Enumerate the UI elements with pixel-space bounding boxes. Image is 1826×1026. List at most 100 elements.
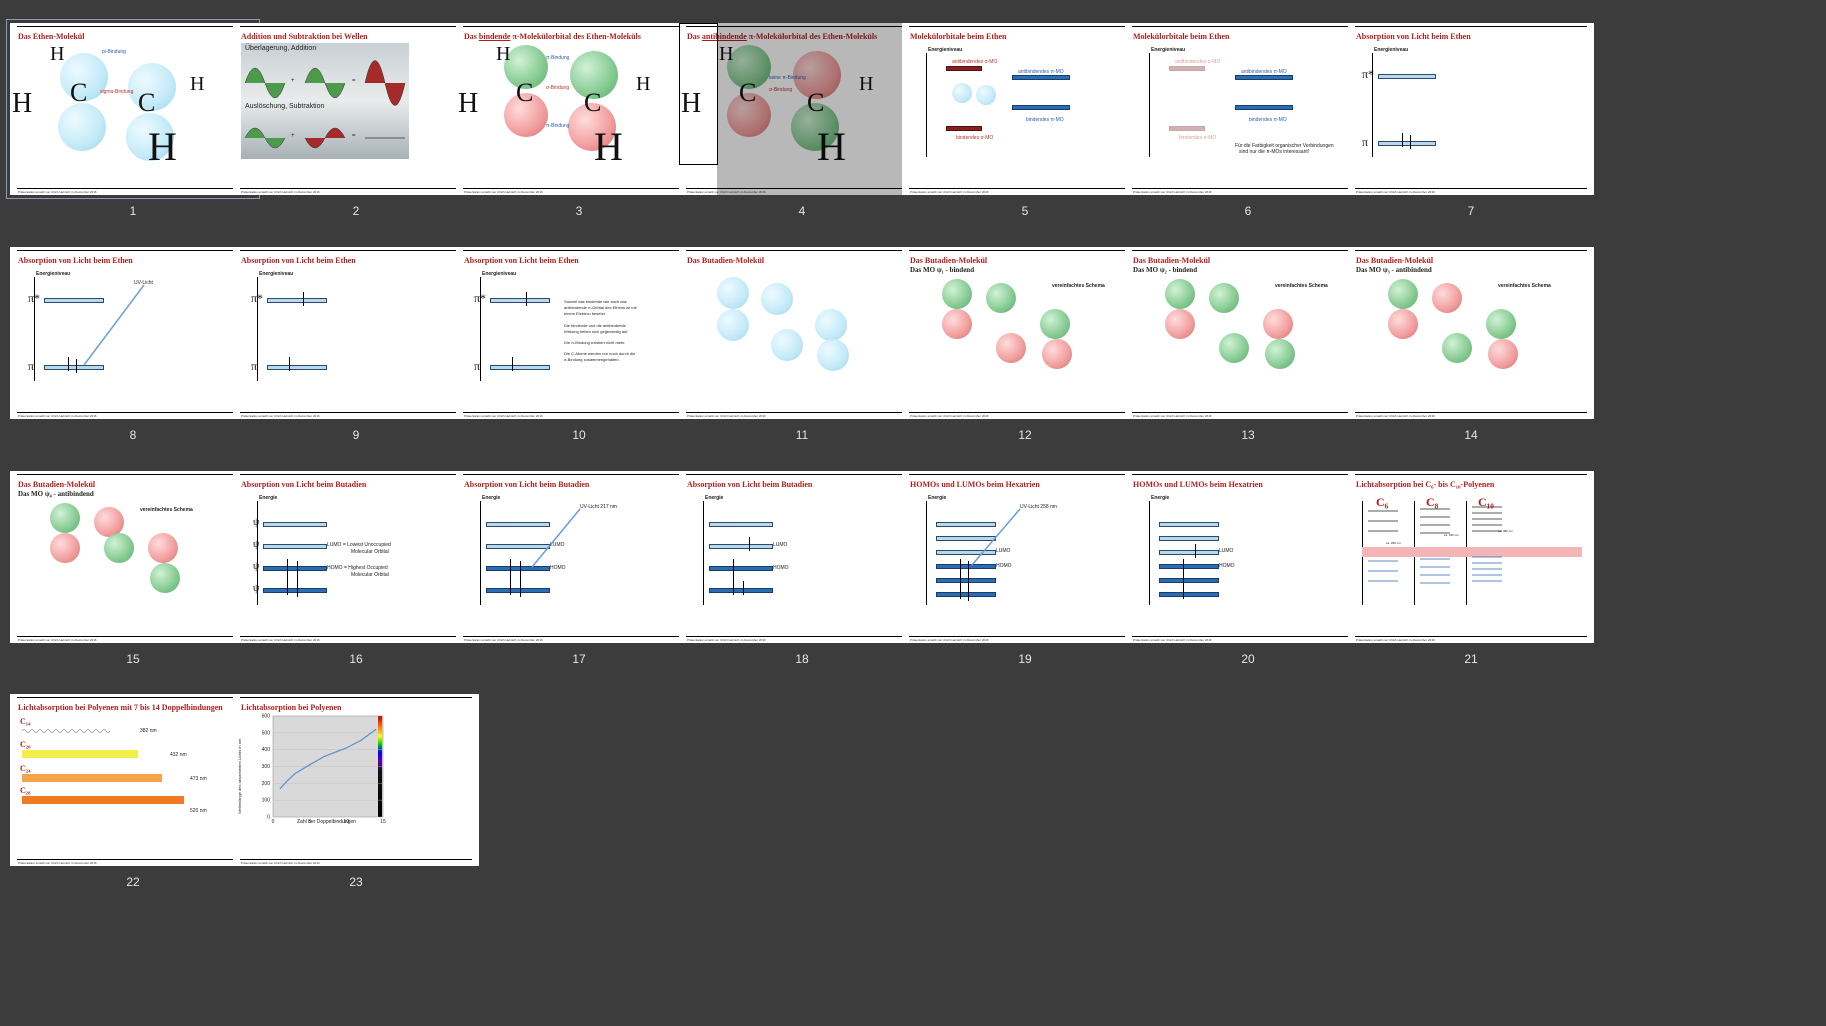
- section-label: Überlagerung, Addition: [245, 45, 317, 52]
- atom-label: H: [148, 124, 177, 169]
- slide-thumbnail[interactable]: Absorption von Licht beim Butadien Energ…: [679, 471, 925, 643]
- divider: [17, 412, 249, 413]
- slide-thumbnail[interactable]: Das Butadien-Molekül Das MO ψ₂ - bindend…: [1125, 247, 1371, 419]
- slide-thumbnail[interactable]: Absorption von Licht beim Ethen Energien…: [233, 247, 479, 419]
- note-text: sind nur die π-MOs interessant!: [1239, 149, 1310, 155]
- slide-footer: Präsentation erstellt von Ulrich Helmich…: [18, 861, 97, 865]
- slide-thumbnail[interactable]: Molekülorbitale beim Ethen Energieniveau…: [1125, 23, 1371, 195]
- slide-thumbnail[interactable]: Absorption von Licht beim Butadien Energ…: [456, 471, 702, 643]
- polyene-chain: [22, 796, 184, 804]
- slide-thumbnail[interactable]: Das Ethen-Molekül pi-Bindung sigma-Bindu…: [6, 19, 260, 199]
- slide-number: 18: [795, 652, 809, 666]
- slide-22[interactable]: Lichtabsorption bei Polyenen mit 7 bis 1…: [10, 694, 256, 889]
- slide-thumbnail[interactable]: Absorption von Licht beim Butadien Energ…: [233, 471, 479, 643]
- slide-title: Absorption von Licht beim Ethen: [464, 256, 579, 265]
- orbital-lobe: [1040, 309, 1070, 339]
- slide-thumbnail[interactable]: Das antibindende π-Molekülorbital des Et…: [679, 23, 925, 195]
- slide-8[interactable]: Absorption von Licht beim Ethen Energien…: [10, 247, 256, 442]
- slide-18[interactable]: Absorption von Licht beim Butadien Energ…: [679, 471, 925, 666]
- slide-20[interactable]: HOMOs und LUMOs beim Hexatrien Energie L…: [1125, 471, 1371, 666]
- slide-footer: Präsentation erstellt von Ulrich Helmich…: [910, 638, 989, 642]
- slide-11[interactable]: Das Butadien-Molekül Präsentation erstel…: [679, 247, 925, 442]
- x-tick-label: 0: [272, 819, 275, 825]
- slide-9[interactable]: Absorption von Licht beim Ethen Energien…: [233, 247, 479, 442]
- slide-1[interactable]: Das Ethen-Molekül pi-Bindung sigma-Bindu…: [6, 19, 260, 218]
- body-text: antibindende π-Orbital des Ethens ist mi…: [564, 305, 637, 310]
- slide-12[interactable]: Das Butadien-Molekül Das MO ψ₁ - bindend…: [902, 247, 1148, 442]
- y-tick-label: 300: [262, 764, 271, 770]
- divider: [1132, 412, 1364, 413]
- slide-thumbnail[interactable]: Absorption von Licht beim Ethen Energien…: [456, 247, 702, 419]
- slide-thumbnail[interactable]: Das Butadien-Molekül Das MO ψ₁ - bindend…: [902, 247, 1148, 419]
- slide-thumbnail[interactable]: HOMOs und LUMOs beim Hexatrien Energie L…: [1125, 471, 1371, 643]
- orbital-lobe: [942, 279, 972, 309]
- slide-19[interactable]: HOMOs und LUMOs beim Hexatrien Energie U…: [902, 471, 1148, 666]
- slide-thumbnail[interactable]: Das Butadien-Molekül Das MO ψ₃ - antibin…: [1348, 247, 1594, 419]
- slide-thumbnail[interactable]: HOMOs und LUMOs beim Hexatrien Energie U…: [902, 471, 1148, 643]
- divider: [240, 636, 472, 637]
- slide-23[interactable]: Lichtabsorption bei Polyenen 0 100 200 300 4…: [233, 694, 479, 889]
- slide-subtitle: Das MO ψ₃ - antibindend: [1356, 266, 1432, 274]
- divider: [1355, 26, 1587, 27]
- energy-level: [263, 566, 327, 571]
- slide-title: Das Butadien-Molekül: [1133, 256, 1211, 265]
- slide-16[interactable]: Absorption von Licht beim Butadien Energ…: [233, 471, 479, 666]
- divider: [17, 636, 249, 637]
- slide-15[interactable]: Das Butadien-Molekül Das MO ψ₄ - antibin…: [10, 471, 256, 666]
- slide-title: Molekülorbitale beim Ethen: [1133, 32, 1230, 41]
- homo-label: HOMO: [996, 563, 1012, 569]
- slide-footer: Präsentation erstellt von Ulrich Helmich…: [464, 414, 543, 418]
- electron-arrow: [297, 561, 298, 597]
- level-symbol: ψ: [253, 539, 260, 550]
- divider: [686, 188, 918, 189]
- slide-subtitle: Das MO ψ₄ - antibindend: [18, 490, 94, 498]
- axis-label: Energieniveau: [259, 271, 294, 277]
- slide-number: 23: [349, 875, 363, 889]
- electron-arrow: [1402, 133, 1403, 147]
- slide-thumbnail[interactable]: Das Butadien-Molekül Das MO ψ₄ - antibin…: [10, 471, 256, 643]
- slide-thumbnail[interactable]: Das bindende π-Molekülorbital des Ethen-…: [456, 23, 702, 195]
- divider: [1132, 474, 1364, 475]
- slide-17[interactable]: Absorption von Licht beim Butadien Energ…: [456, 471, 702, 666]
- slide-thumbnail[interactable]: Absorption von Licht beim Ethen Energien…: [10, 247, 256, 419]
- slide-10[interactable]: Absorption von Licht beim Ethen Energien…: [456, 247, 702, 442]
- slide-number: 19: [1018, 652, 1032, 666]
- slide-3[interactable]: Das bindende π-Molekülorbital des Ethen-…: [456, 23, 702, 218]
- slide-13[interactable]: Das Butadien-Molekül Das MO ψ₂ - bindend…: [1125, 247, 1371, 442]
- slide-thumbnail[interactable]: Molekülorbitale beim Ethen Energieniveau…: [902, 23, 1148, 195]
- slide-7[interactable]: Absorption von Licht beim Ethen Energien…: [1348, 23, 1594, 218]
- y-tick-label: 600: [262, 714, 271, 720]
- energy-level: [1378, 141, 1436, 146]
- orbital-lobe: [1263, 309, 1293, 339]
- divider: [1355, 250, 1587, 251]
- polyene-chain: [22, 750, 138, 758]
- slide-4[interactable]: Das antibindende π-Molekülorbital des Et…: [679, 23, 925, 218]
- orbital-lobe: [996, 333, 1026, 363]
- y-tick-label: 200: [262, 781, 271, 787]
- slide-footer: Präsentation erstellt von Ulrich Helmich…: [687, 414, 766, 418]
- level-symbol: π: [474, 359, 481, 373]
- level-symbol: π: [251, 359, 258, 373]
- level-symbol: ψ: [253, 561, 260, 572]
- slide-14[interactable]: Das Butadien-Molekül Das MO ψ₃ - antibin…: [1348, 247, 1594, 442]
- slide-6[interactable]: Molekülorbitale beim Ethen Energieniveau…: [1125, 23, 1371, 218]
- slide-thumbnail[interactable]: Lichtabsorption bei Polyenen 0 100 200 300 4…: [233, 694, 479, 866]
- slide-2[interactable]: Addition und Subtraktion bei Wellen Über…: [233, 23, 479, 218]
- slide-5[interactable]: Molekülorbitale beim Ethen Energieniveau…: [902, 23, 1148, 218]
- divider: [17, 188, 249, 189]
- divider: [1132, 250, 1364, 251]
- slide-thumbnail[interactable]: Das Butadien-Molekül Präsentation erstel…: [679, 247, 925, 419]
- slide-21[interactable]: Lichtabsorption bei C₆- bis C₁₀-Polyenen…: [1348, 471, 1594, 666]
- slide-thumbnail[interactable]: Absorption von Licht beim Ethen Energien…: [1348, 23, 1594, 195]
- energy-level: [709, 588, 773, 593]
- divider: [686, 250, 918, 251]
- lumo-label: LUMO = Lowest Unoccupied: [327, 542, 391, 548]
- orbital-lobe: [942, 309, 972, 339]
- bond-label: π-Bindung: [546, 55, 570, 61]
- slide-thumbnail[interactable]: Addition und Subtraktion bei Wellen Über…: [233, 23, 479, 195]
- slide-thumbnail[interactable]: Lichtabsorption bei C₆- bis C₁₀-Polyenen…: [1348, 471, 1594, 643]
- slide-thumbnail[interactable]: Lichtabsorption bei Polyenen mit 7 bis 1…: [10, 694, 256, 866]
- slide-title: Lichtabsorption bei Polyenen mit 7 bis 1…: [18, 703, 223, 712]
- homo-label: HOMO: [773, 565, 789, 571]
- lumo-label: LUMO: [1219, 548, 1234, 554]
